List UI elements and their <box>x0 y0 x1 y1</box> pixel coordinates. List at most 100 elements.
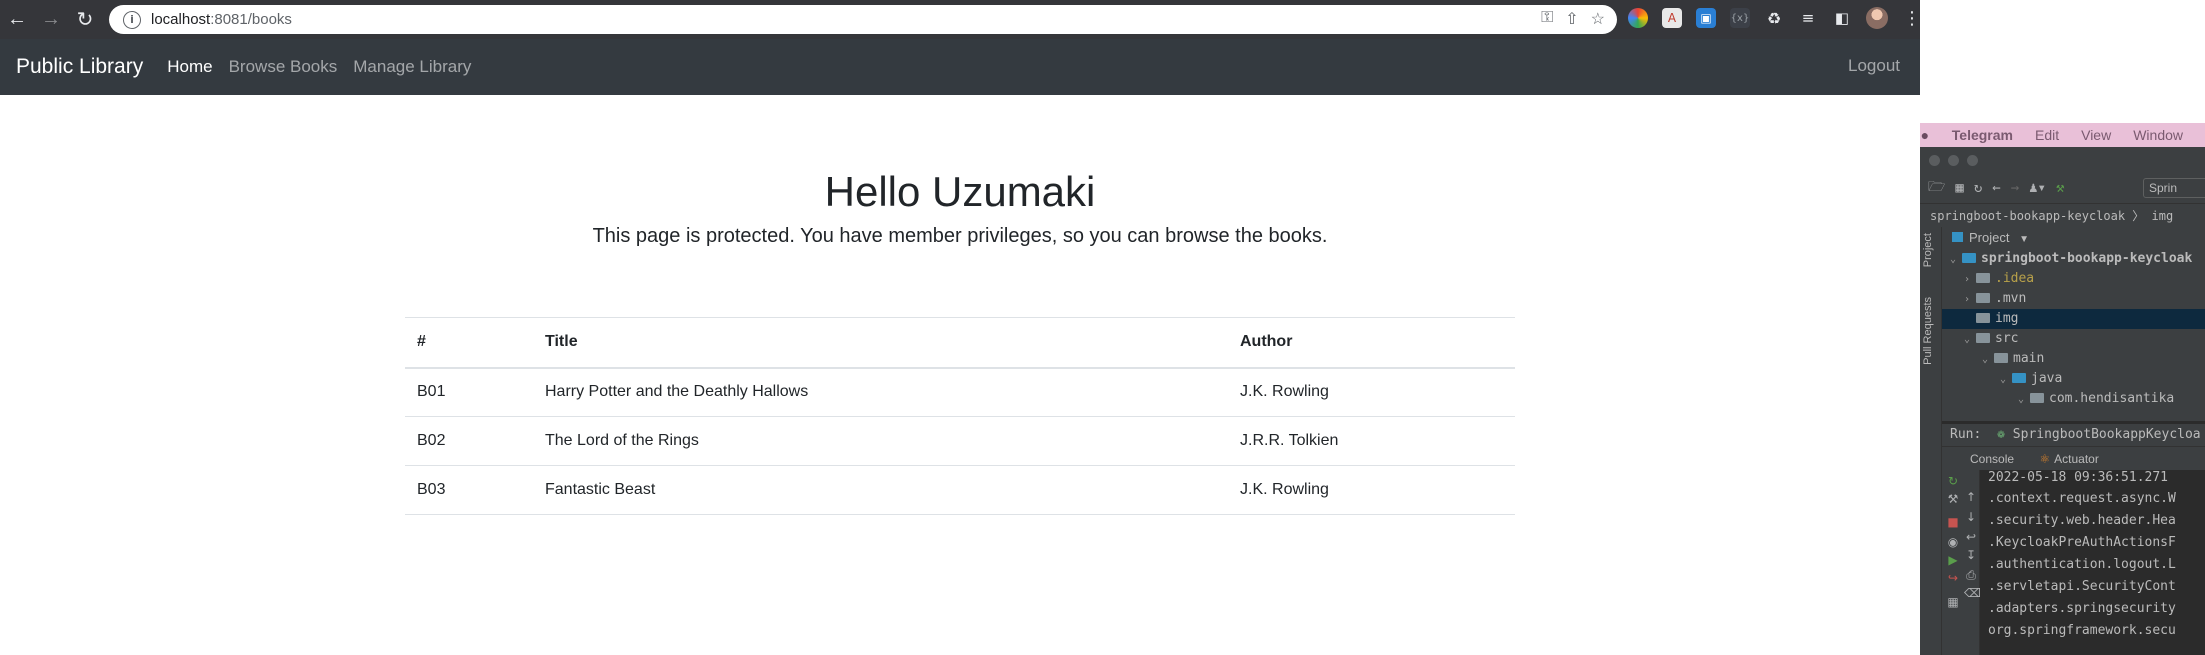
scroll-to-end-icon[interactable]: ↧ <box>1964 548 1978 562</box>
menu-view[interactable]: View <box>2081 127 2111 143</box>
share-icon[interactable]: ⇧ <box>1565 9 1578 29</box>
forward-arrow-icon[interactable]: → <box>34 3 68 37</box>
url-path: :8081/books <box>210 11 292 28</box>
pdf-extension-icon[interactable]: A <box>1662 8 1682 28</box>
apple-logo-icon[interactable]: ● <box>1920 127 1930 143</box>
tree-item-src[interactable]: ⌄ src <box>1964 329 2018 349</box>
window-close-button[interactable] <box>1929 154 1940 166</box>
bookmark-star-icon[interactable]: ☆ <box>1591 9 1605 29</box>
clear-trash-icon[interactable]: ⌫ <box>1964 586 1981 600</box>
book-id-cell: B03 <box>405 465 533 515</box>
wrench-icon[interactable]: ⚒ <box>1946 492 1960 506</box>
stop-icon[interactable]: ■ <box>1946 515 1960 529</box>
project-panel-header[interactable]: Project ▼ <box>1942 227 2205 249</box>
save-icon[interactable]: ▦ <box>1955 180 1963 196</box>
scroll-up-icon[interactable]: ↑ <box>1964 490 1978 504</box>
nav-manage-library[interactable]: Manage Library <box>353 57 471 77</box>
print-icon[interactable]: ⎙ <box>1964 568 1978 582</box>
window-zoom-button[interactable] <box>1967 154 1978 166</box>
breadcrumb[interactable]: springboot-bookapp-keycloak 〉 img <box>1920 203 2205 227</box>
folder-icon <box>2012 373 2026 383</box>
chevron-expanded-icon: ⌄ <box>1982 354 1989 365</box>
tree-item-img[interactable]: img <box>1942 309 2205 329</box>
nav-home[interactable]: Home <box>167 57 212 77</box>
puzzle-extensions-icon[interactable]: ♻ <box>1764 8 1784 28</box>
pull-requests-tool-tab[interactable]: Pull Requests <box>1922 297 1934 365</box>
vcs-user-icon[interactable]: ♟▾ <box>2029 180 2046 196</box>
console-line: .authentication.logout.L <box>1988 557 2176 572</box>
console-line: .adapters.springsecurity <box>1988 601 2176 616</box>
table-row: B03 Fantastic Beast J.K. Rowling <box>405 465 1515 515</box>
folder-icon <box>1976 333 1990 343</box>
tree-item-idea[interactable]: › .idea <box>1964 269 2034 289</box>
address-bar[interactable]: i localhost:8081/books ⚿ ⇧ ☆ <box>109 5 1617 34</box>
exit-icon[interactable]: ↪ <box>1946 571 1960 585</box>
camera-icon[interactable]: ◉ <box>1946 535 1960 549</box>
window-minimize-button[interactable] <box>1948 154 1959 166</box>
console-line: .context.request.async.W <box>1988 491 2176 506</box>
soft-wrap-icon[interactable]: ↩ <box>1964 530 1978 544</box>
tree-item-mvn[interactable]: › .mvn <box>1964 289 2026 309</box>
side-panel-icon[interactable]: ◧ <box>1832 8 1852 28</box>
tree-item-java[interactable]: ⌄ java <box>2000 369 2062 389</box>
table-row: B01 Harry Potter and the Deathly Hallows… <box>405 367 1515 417</box>
open-folder-icon[interactable]: 🗁 <box>1928 176 1945 200</box>
console-output[interactable]: 2022-05-18 09:36:51.271 .context.request… <box>1980 470 2205 655</box>
ide-title-bar <box>1920 147 2205 173</box>
tree-item-label: com.hendisantika <box>2049 391 2175 406</box>
restore-layout-icon[interactable]: ▶ <box>1946 553 1960 567</box>
rerun-icon[interactable]: ↻ <box>1946 474 1960 488</box>
book-id-cell: B02 <box>405 416 533 466</box>
nav-browse-books[interactable]: Browse Books <box>229 57 338 77</box>
book-author-cell: J.R.R. Tolkien <box>1228 416 1515 466</box>
forward-icon[interactable]: → <box>2011 180 2019 196</box>
menu-window[interactable]: Window <box>2133 127 2183 143</box>
build-hammer-icon[interactable]: ⚒ <box>2056 180 2064 196</box>
site-info-icon[interactable]: i <box>123 10 141 29</box>
key-icon[interactable]: ⚿ <box>1541 9 1553 29</box>
tree-item-label: .idea <box>1995 271 2035 286</box>
more-menu-icon[interactable]: ⋮ <box>1902 8 1922 29</box>
logout-link[interactable]: Logout <box>1848 56 1900 76</box>
navbar-brand[interactable]: Public Library <box>16 55 143 79</box>
tree-item-label: img <box>1995 311 2019 326</box>
folder-icon <box>1976 273 1990 283</box>
book-title-cell: The Lord of the Rings <box>533 416 1228 466</box>
project-view-icon <box>1952 232 1963 242</box>
profile-avatar[interactable] <box>1866 7 1888 29</box>
scroll-down-icon[interactable]: ↓ <box>1964 510 1978 524</box>
menu-app-name[interactable]: Telegram <box>1952 127 2013 143</box>
run-actions-gutter: ↻ ⚒ ■ ◉ ▶ ↪ ▦ ↑ ↓ ↩ ↧ ⎙ ⌫ <box>1942 470 1981 655</box>
table-header-row: # Title Author <box>405 317 1515 369</box>
back-arrow-icon[interactable]: ← <box>0 3 34 37</box>
screenshot-extension-icon[interactable]: ▣ <box>1696 8 1716 28</box>
project-tool-tab[interactable]: Project <box>1922 233 1934 267</box>
tab-actuator[interactable]: Actuator <box>2054 452 2099 466</box>
run-target-tab[interactable]: SpringbootBookappKeycloa <box>2013 427 2201 442</box>
layout-icon[interactable]: ▦ <box>1946 595 1960 609</box>
console-line: .servletapi.SecurityCont <box>1988 579 2176 594</box>
ide-window: ● Telegram Edit View Window 🗁 ▦ ↻ ← → ♟▾… <box>1920 123 2205 655</box>
tab-console[interactable]: Console <box>1970 452 2014 466</box>
tree-item-main[interactable]: ⌄ main <box>1982 349 2044 369</box>
project-view-label: Project <box>1969 230 2010 245</box>
color-picker-extension-icon[interactable] <box>1628 8 1648 28</box>
console-line: org.springframework.secu <box>1988 623 2176 638</box>
page-message: This page is protected. You have member … <box>592 225 1328 247</box>
code-extension-icon[interactable]: {x} <box>1730 8 1750 28</box>
left-tool-strip: Project Pull Requests <box>1920 227 1942 655</box>
media-queue-icon[interactable]: ≡ <box>1798 8 1818 28</box>
column-header-title: Title <box>533 317 1228 369</box>
reload-icon[interactable]: ↻ <box>68 3 102 37</box>
column-header-author: Author <box>1228 317 1515 369</box>
book-author-cell: J.K. Rowling <box>1228 465 1515 515</box>
back-icon[interactable]: ← <box>1992 180 2000 196</box>
run-configuration-selector[interactable]: Sprin <box>2143 178 2205 198</box>
tree-item-package[interactable]: ⌄ com.hendisantika <box>2018 389 2174 409</box>
tree-item-root[interactable]: ⌄ springboot-bookapp-keycloak <box>1950 249 2192 269</box>
tree-item-label: main <box>2013 351 2045 366</box>
browser-window: ← → ↻ i localhost:8081/books ⚿ ⇧ ☆ A ▣ {… <box>0 0 1922 655</box>
sync-icon[interactable]: ↻ <box>1974 180 1982 196</box>
menu-edit[interactable]: Edit <box>2035 127 2059 143</box>
ide-toolbar: 🗁 ▦ ↻ ← → ♟▾ ⚒ Sprin <box>1920 173 2205 203</box>
